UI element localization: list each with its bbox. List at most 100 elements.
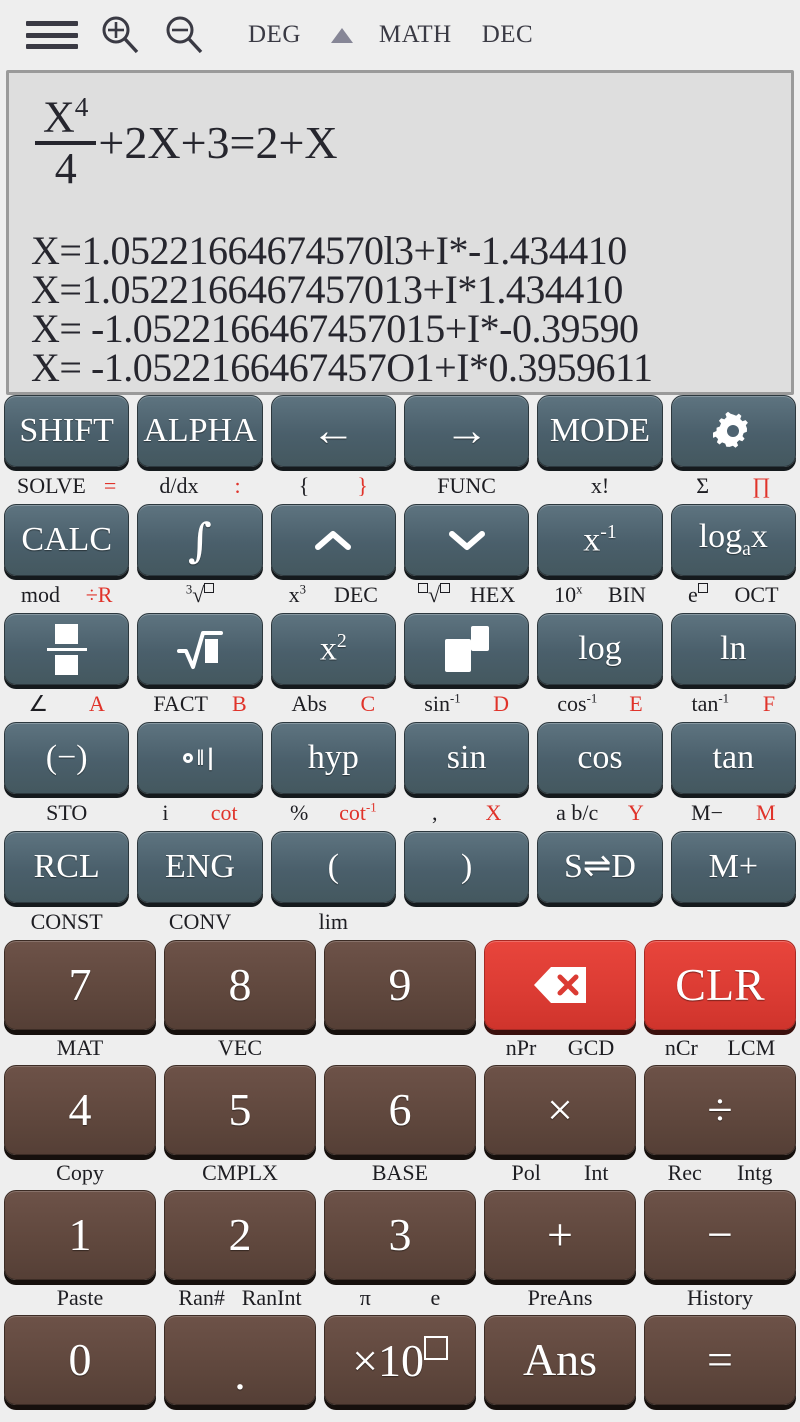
log-button[interactable]: log <box>537 613 663 685</box>
sin-button[interactable]: sin <box>403 722 530 794</box>
sublabel-group: cos-1 E <box>537 685 662 722</box>
log-base-button[interactable]: logax <box>670 504 796 576</box>
digit-9-button[interactable]: 9 <box>324 940 476 1030</box>
dms-button[interactable]: ‖∣ <box>137 722 263 794</box>
sublabel-group: CMPLX <box>164 1155 316 1190</box>
digit-6-button[interactable]: 6 <box>324 1065 476 1155</box>
alpha-label: ∏ <box>752 472 771 498</box>
alpha-label: X <box>485 799 502 825</box>
base-label: DEC <box>333 581 378 607</box>
arrow-right-button[interactable]: → <box>403 395 530 467</box>
alpha-label: E <box>629 690 643 716</box>
alpha-label: Y <box>627 799 644 825</box>
sublabel-group: PreAns <box>484 1280 636 1315</box>
rcl-button[interactable]: RCL <box>4 831 130 903</box>
alpha-button[interactable]: ALPHA <box>137 395 263 467</box>
backspace-icon <box>534 967 586 1003</box>
digit-0-button[interactable]: 0 <box>4 1315 156 1405</box>
plus-button[interactable]: + <box>484 1190 636 1280</box>
eng-button[interactable]: ENG <box>137 831 263 903</box>
fraction-button[interactable] <box>4 613 130 685</box>
log-base-icon: logax <box>698 518 768 561</box>
arrow-left-button[interactable]: ← <box>270 395 396 467</box>
digit-1-button[interactable]: 1 <box>4 1190 156 1280</box>
alpha-label: C <box>360 690 376 716</box>
sqrt-button[interactable] <box>137 613 263 685</box>
hyp-button[interactable]: hyp <box>270 722 396 794</box>
multiply-button[interactable]: × <box>484 1065 636 1155</box>
divide-button[interactable]: ÷ <box>644 1065 796 1155</box>
sd-toggle-button[interactable]: S⇌D <box>537 831 663 903</box>
sublabel-group: FACT B <box>137 685 262 722</box>
shift-label: % <box>290 799 309 825</box>
equals-button[interactable]: = <box>644 1315 796 1405</box>
exponent-button[interactable]: ×10 <box>324 1315 476 1405</box>
open-paren-button[interactable]: ( <box>270 831 396 903</box>
sublabel-group: Rec Intg <box>644 1155 796 1190</box>
decimal-point-glyph: . <box>234 1348 246 1399</box>
shift-label: nCr <box>664 1034 698 1060</box>
shift-label: FUNC <box>437 472 496 498</box>
ln-button[interactable]: ln <box>670 613 796 685</box>
digit-7-button[interactable]: 7 <box>4 940 156 1030</box>
cos-button[interactable]: cos <box>537 722 663 794</box>
triangle-up-icon <box>330 27 353 43</box>
mode-button[interactable]: MODE <box>537 395 663 467</box>
tan-button[interactable]: tan <box>670 722 796 794</box>
shift-label: ∠ <box>28 690 49 716</box>
sublabel-group <box>537 903 662 940</box>
settings-button[interactable] <box>670 395 796 467</box>
digit-3-button[interactable]: 3 <box>324 1190 476 1280</box>
sublabel-group: M− M <box>671 794 796 831</box>
sublabel-group: Abs C <box>271 685 396 722</box>
digit-5-button[interactable]: 5 <box>164 1065 316 1155</box>
sublabel-group: π e <box>324 1280 476 1315</box>
shift-label: π <box>359 1284 371 1310</box>
sublabel-group: Paste <box>4 1280 156 1315</box>
shift-label: x! <box>590 472 610 498</box>
sublabel-group: % cot-1 <box>271 794 396 831</box>
expression-line: X4 4 +2X+3=2+X <box>35 93 338 191</box>
fraction-icon <box>46 623 87 675</box>
alpha-label: LCM <box>727 1034 776 1060</box>
arrow-left-icon: ← <box>311 406 356 456</box>
memory-plus-button[interactable]: M+ <box>670 831 796 903</box>
shift-button[interactable]: SHIFT <box>4 395 130 467</box>
sublabel-group: √ HEX <box>404 576 529 613</box>
minus-button[interactable]: − <box>644 1190 796 1280</box>
clear-button[interactable]: CLR <box>644 940 796 1030</box>
hamburger-icon[interactable] <box>26 18 78 52</box>
zoom-out-icon[interactable] <box>162 13 206 57</box>
square-button[interactable]: x2 <box>270 613 396 685</box>
sublabel-group: nCr LCM <box>644 1030 796 1065</box>
arrow-up-button[interactable] <box>270 504 396 576</box>
function-row: (−) STO ‖∣ i cot hyp % cot-1 sin , X cos… <box>4 722 796 831</box>
box-placeholder-icon <box>697 583 708 594</box>
zoom-in-icon[interactable] <box>98 13 142 57</box>
delete-button[interactable] <box>484 940 636 1030</box>
negative-button[interactable]: (−) <box>4 722 130 794</box>
reciprocal-icon: x-1 <box>583 520 617 559</box>
decimal-point-button[interactable]: . <box>164 1315 316 1405</box>
sublabel-group: Copy <box>4 1155 156 1190</box>
result-line: X= -1.0522166467457015+I*-0.39590 <box>31 306 639 351</box>
digit-8-button[interactable]: 8 <box>164 940 316 1030</box>
digit-4-button[interactable]: 4 <box>4 1065 156 1155</box>
shift-label: History <box>687 1284 753 1310</box>
calc-button[interactable]: CALC <box>4 504 130 576</box>
sublabel-group: i cot <box>137 794 262 831</box>
digit-2-button[interactable]: 2 <box>164 1190 316 1280</box>
arrow-down-button[interactable] <box>403 504 530 576</box>
sublabel-group: x! <box>537 467 662 504</box>
alpha-label: = <box>103 472 117 498</box>
hamburger-bar <box>26 32 78 38</box>
close-paren-button[interactable]: ) <box>403 831 530 903</box>
answer-button[interactable]: Ans <box>484 1315 636 1405</box>
function-row: ∠ A FACT B x2 Abs C sin-1 D log cos-1 E … <box>4 613 796 722</box>
power-button[interactable] <box>403 613 530 685</box>
box-placeholder-icon <box>204 583 215 594</box>
calculator-display[interactable]: X4 4 +2X+3=2+X X=1.05221664674570l3+I*-1… <box>6 70 794 395</box>
integral-button[interactable]: ∫ <box>137 504 263 576</box>
shift-label: SOLVE <box>17 472 86 498</box>
reciprocal-button[interactable]: x-1 <box>537 504 663 576</box>
